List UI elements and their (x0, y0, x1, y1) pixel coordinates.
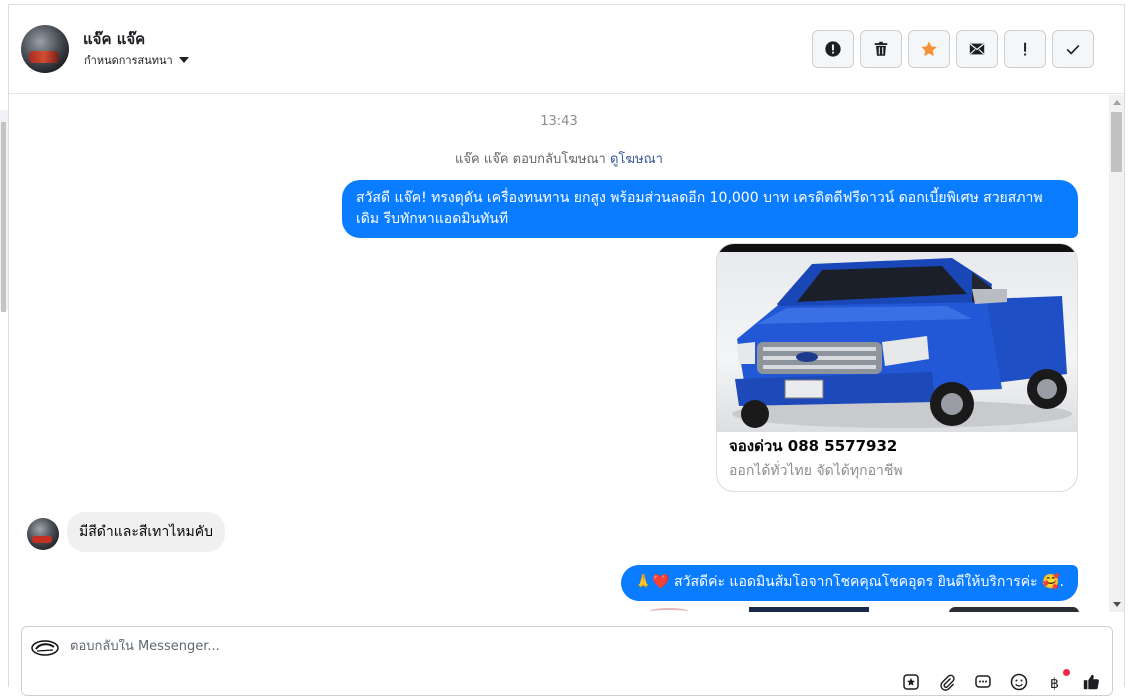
star-button[interactable] (908, 30, 950, 68)
conversation-header: แจ๊ค แจ๊ค กำหนดการสนทนา (9, 5, 1124, 94)
envelope-icon (969, 43, 985, 55)
payment-request-icon[interactable]: ฿ (1046, 669, 1070, 691)
assign-label: กำหนดการสนทนา (84, 54, 173, 67)
report-spam-button[interactable] (812, 30, 854, 68)
scrollbar-thumb[interactable] (1111, 112, 1122, 172)
mark-unread-button[interactable] (956, 30, 998, 68)
incoming-message[interactable]: มีสีดำและสีเทาไหมคับ (67, 512, 226, 552)
notification-dot (1063, 669, 1070, 676)
view-ad-link[interactable]: ดูโฆษณา (610, 152, 663, 167)
composer-tools: ฿ (902, 669, 1100, 691)
thread-scrollbar[interactable] (1109, 95, 1124, 612)
saved-reply-icon[interactable] (902, 673, 920, 691)
chat-bubble-icon[interactable] (974, 673, 992, 691)
page-logo-icon (31, 638, 59, 658)
exclamation-icon (1024, 42, 1027, 56)
message-thread[interactable]: 13:43 แจ๊ค แจ๊ค ตอบกลับโฆษณา ดูโฆษณา สวั… (9, 95, 1109, 612)
left-scrollbar-thumb[interactable] (1, 122, 6, 312)
ad-reply-notice: แจ๊ค แจ๊ค ตอบกลับโฆษณา ดูโฆษณา (9, 148, 1109, 169)
ad-card-body: จองด่วน 088 5577932 ออกได้ทั่วไทย จัดได้… (729, 434, 903, 482)
emoji-icon[interactable] (1010, 673, 1028, 691)
scroll-down-arrow-icon[interactable] (1113, 602, 1121, 607)
message-timestamp: 13:43 (540, 114, 578, 129)
assign-conversation-dropdown[interactable]: กำหนดการสนทนา (84, 51, 189, 69)
reply-input[interactable] (70, 639, 970, 654)
delete-button[interactable] (860, 30, 902, 68)
paperclip-icon[interactable] (938, 673, 956, 691)
alert-circle-icon (825, 41, 841, 57)
contact-avatar-small[interactable] (27, 518, 59, 550)
outgoing-message[interactable]: 🙏❤️ สวัสดีค่ะ แอดมินส้มโอจากโชคคุณโชคอุด… (620, 565, 1078, 601)
star-icon (921, 41, 937, 57)
follow-up-button[interactable] (1004, 30, 1046, 68)
svg-text:฿: ฿ (1050, 676, 1059, 691)
ad-card[interactable]: จองด่วน 088 5577932 ออกได้ทั่วไทย จัดได้… (716, 243, 1078, 492)
scroll-up-arrow-icon[interactable] (1113, 100, 1121, 105)
contact-avatar[interactable] (21, 25, 69, 73)
ad-reply-text: แจ๊ค แจ๊ค ตอบกลับโฆษณา (455, 152, 606, 167)
left-scrollbar[interactable] (0, 110, 8, 312)
ad-card-title: จองด่วน 088 5577932 (729, 437, 898, 455)
ad-card-subtitle: ออกได้ทั่วไทย จัดได้ทุกอาชีพ (729, 463, 903, 479)
contact-name[interactable]: แจ๊ค แจ๊ค (83, 27, 145, 51)
chevron-down-icon (178, 57, 189, 63)
trash-icon (874, 41, 888, 56)
attachment-preview-partial (629, 605, 1079, 612)
header-actions (812, 30, 1094, 68)
check-icon (1066, 44, 1080, 55)
mark-done-button[interactable] (1052, 30, 1094, 68)
reply-composer: ฿ (21, 626, 1113, 696)
blue-pickup-truck-image (717, 244, 1077, 432)
outgoing-message[interactable]: สวัสดี แจ๊ค! ทรงดุดัน เครื่องทนทาน ยกสูง… (342, 180, 1078, 238)
thumbs-up-icon[interactable] (1082, 673, 1100, 691)
